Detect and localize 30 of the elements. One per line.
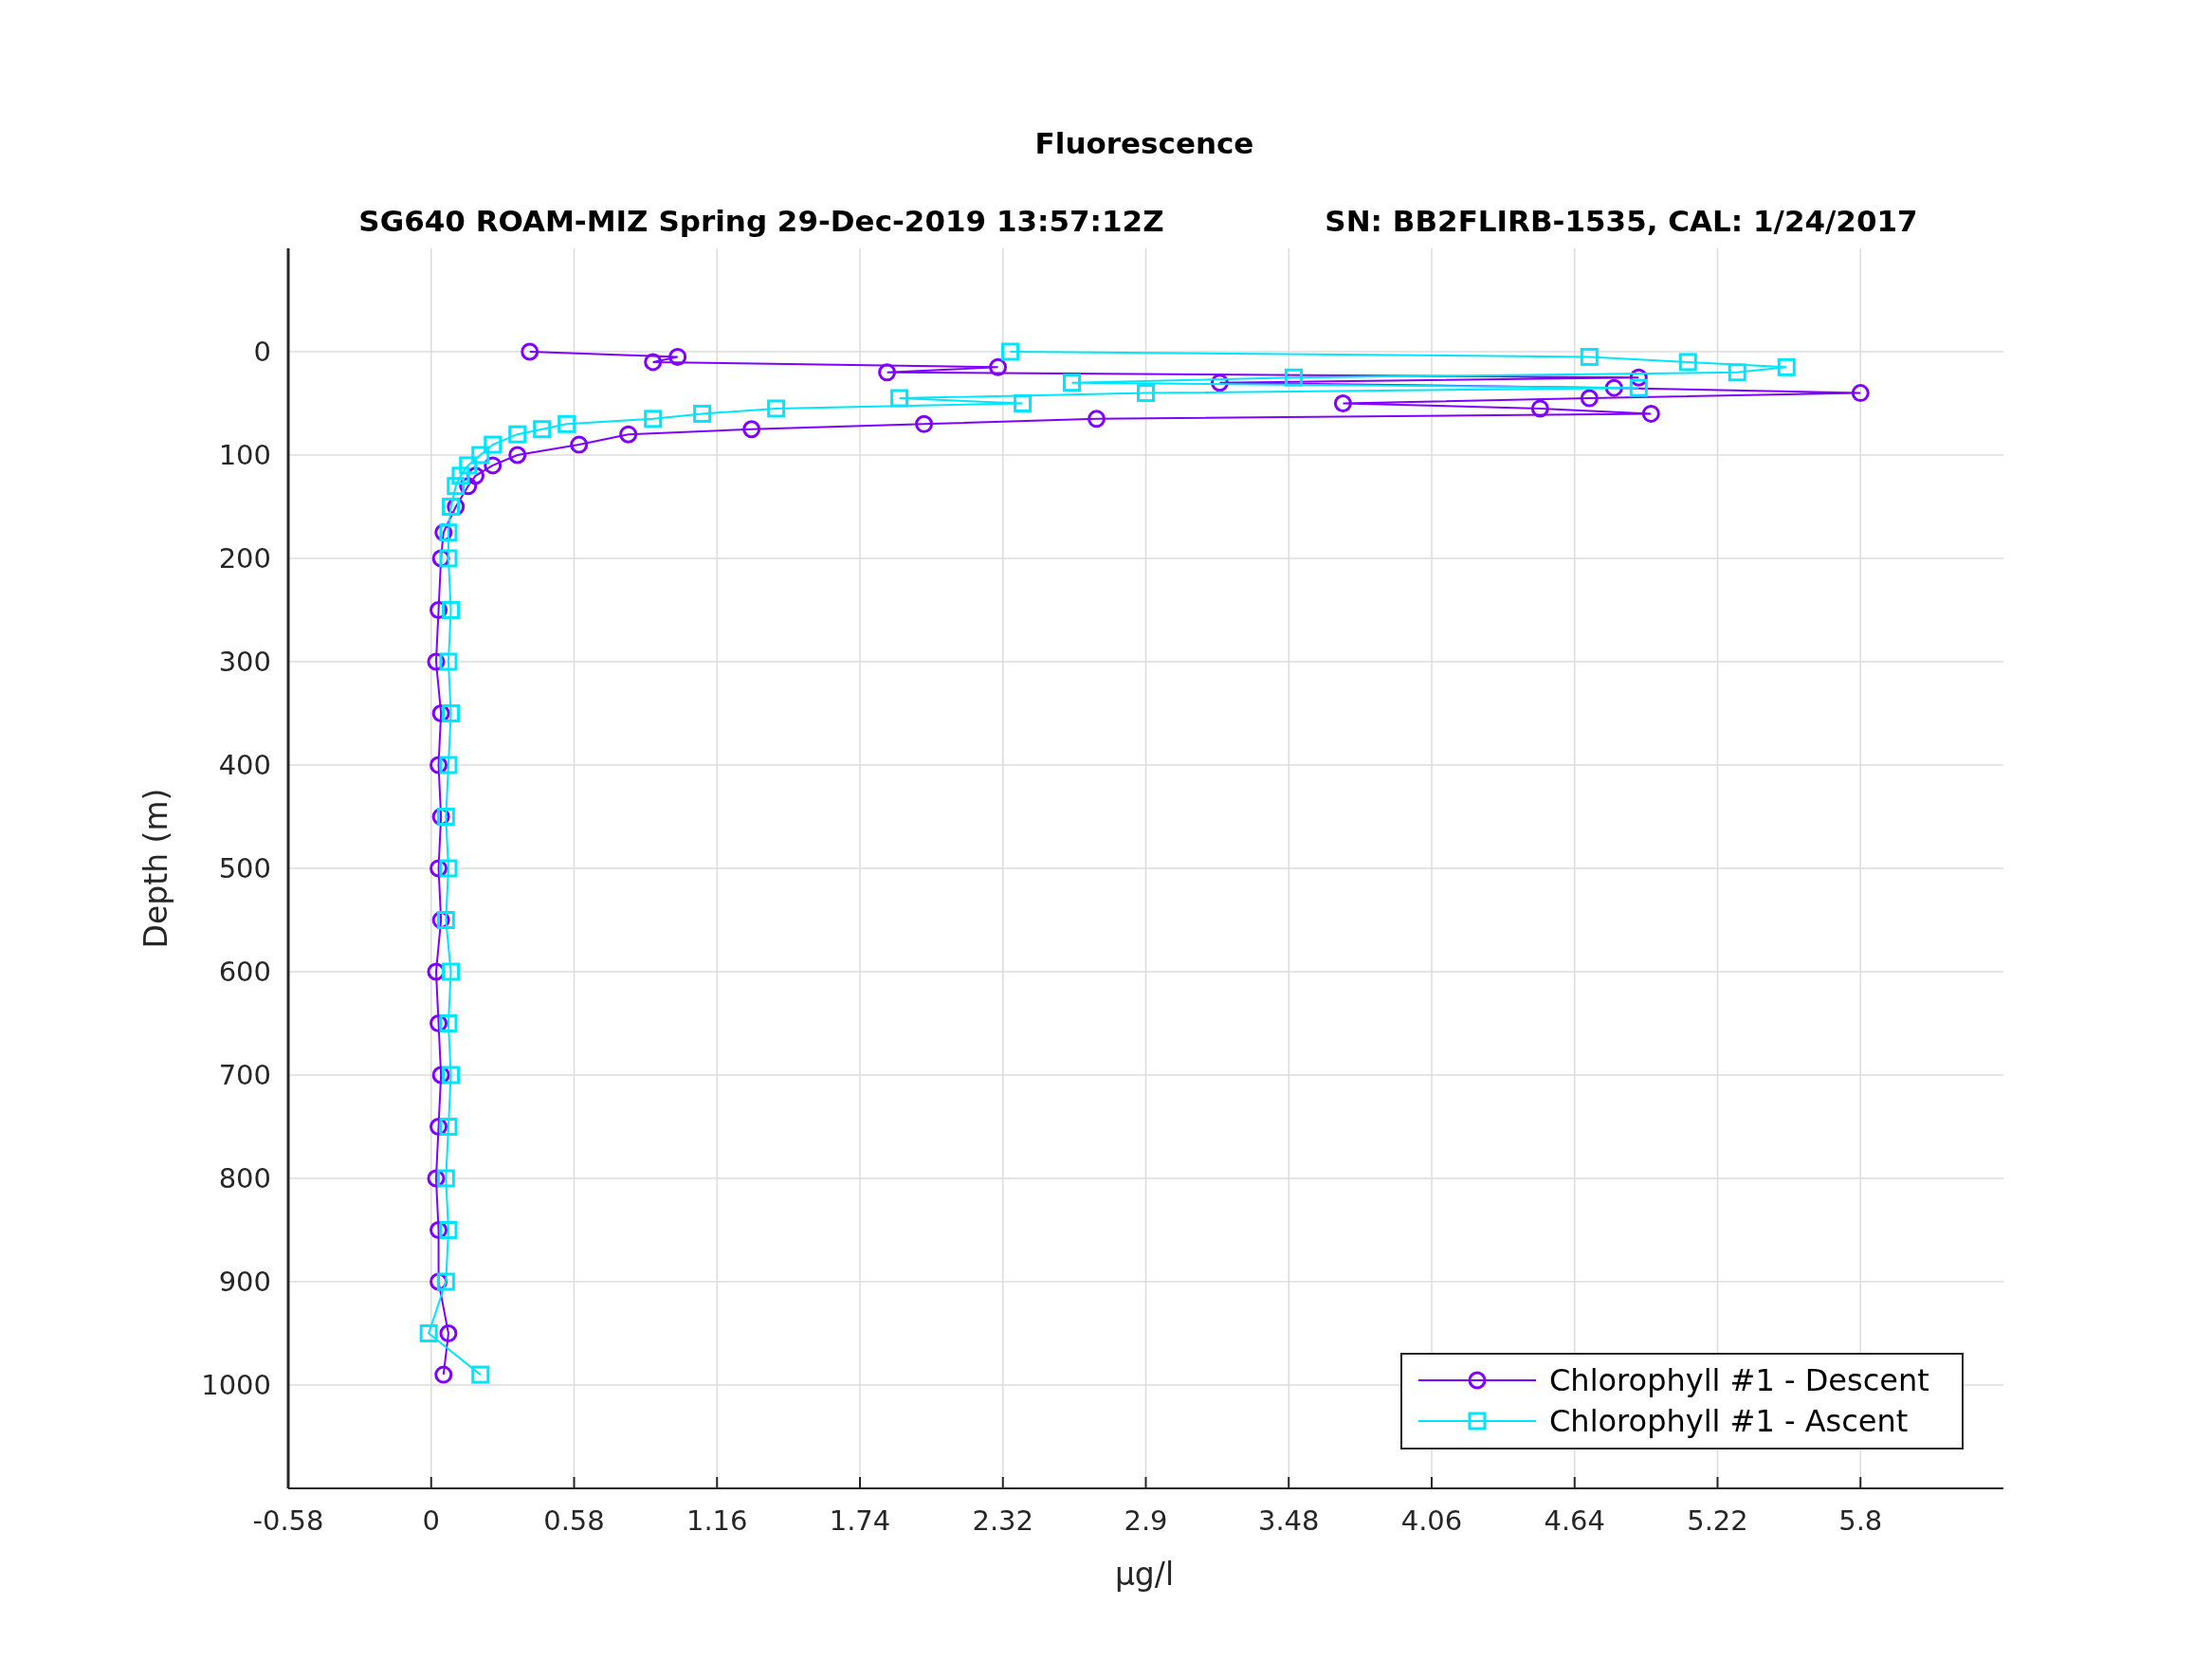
x-tick-label: 5.22	[1687, 1504, 1748, 1537]
y-tick-label: 200	[218, 542, 271, 574]
x-tick-label: 2.9	[1124, 1504, 1168, 1537]
x-axis-label: μg/l	[1114, 1556, 1175, 1593]
chart-subtitle: SG640 ROAM-MIZ Spring 29-Dec-2019 13:57:12Z	[358, 204, 1164, 238]
y-tick-label: 500	[218, 852, 271, 884]
x-tick-label: 1.74	[829, 1504, 891, 1537]
x-tick-label: 3.48	[1257, 1504, 1320, 1537]
y-tick-label: 900	[218, 1266, 271, 1298]
x-tick-label: 1.16	[686, 1504, 748, 1537]
legend-label: Chlorophyll #1 - Descent	[1549, 1362, 1929, 1398]
y-tick-label: 800	[218, 1162, 271, 1194]
legend-label: Chlorophyll #1 - Ascent	[1549, 1403, 1909, 1439]
y-tick-label: 700	[218, 1059, 271, 1091]
chart-subtitle: SN: BB2FLIRB-1535, CAL: 1/24/2017	[1325, 204, 1918, 238]
x-tick-label: 0.58	[543, 1504, 605, 1537]
x-tick-label: 5.8	[1838, 1504, 1883, 1537]
y-tick-label: 0	[253, 336, 271, 368]
x-tick-label: 0	[422, 1504, 440, 1537]
x-tick-label: -0.58	[252, 1504, 324, 1537]
x-tick-label: 2.32	[972, 1504, 1034, 1537]
y-tick-label: 400	[218, 749, 271, 781]
y-tick-label: 100	[218, 439, 271, 471]
x-tick-label: 4.06	[1400, 1504, 1463, 1537]
y-tick-label: 600	[218, 956, 271, 988]
x-tick-label: 4.64	[1544, 1504, 1606, 1537]
chart-title: Fluorescence	[1034, 126, 1254, 160]
y-tick-label: 300	[218, 646, 271, 678]
y-tick-label: 1000	[201, 1369, 271, 1401]
y-axis-label: Depth (m)	[137, 788, 174, 949]
